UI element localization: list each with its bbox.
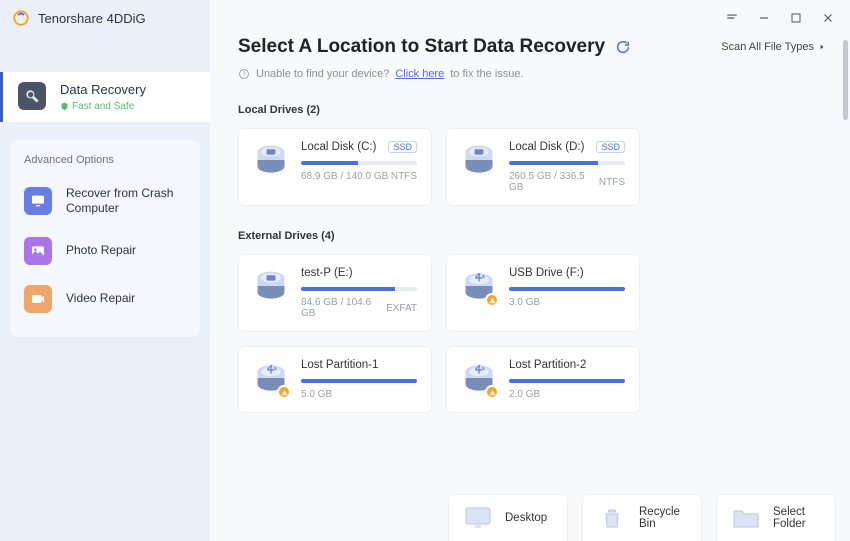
image-icon	[24, 237, 52, 265]
warning-badge-icon	[485, 385, 499, 399]
drive-badge: SSD	[596, 141, 625, 153]
drive-filesystem: NTFS	[391, 171, 417, 182]
nav-label: Data Recovery	[60, 82, 146, 99]
folder-icon	[731, 505, 761, 531]
drive-size: 260.5 GB / 336.5 GB	[509, 171, 599, 193]
drive-filesystem: EXFAT	[386, 303, 417, 314]
advanced-options-title: Advanced Options	[20, 154, 190, 166]
drive-icon	[461, 267, 497, 305]
drive-usage-bar	[301, 161, 417, 165]
minimize-button[interactable]	[756, 10, 772, 26]
drive-icon	[253, 267, 289, 305]
question-icon: ?	[238, 68, 250, 80]
monitor-icon	[24, 187, 52, 215]
close-button[interactable]	[820, 10, 836, 26]
drive-icon	[253, 141, 289, 179]
drive-size: 3.0 GB	[509, 297, 540, 308]
common-select-folder[interactable]: Select Folder	[716, 494, 836, 541]
video-icon	[24, 285, 52, 313]
section-external-drives-title: External Drives (4)	[238, 230, 826, 242]
drive-size: 68.9 GB / 140.0 GB	[301, 171, 388, 182]
common-locations-row: Desktop Recycle Bin Select Folder	[448, 494, 836, 541]
warning-badge-icon	[277, 385, 291, 399]
desktop-icon	[463, 505, 493, 531]
menu-button[interactable]	[724, 10, 740, 26]
drive-usage-bar	[301, 287, 417, 291]
shield-icon	[60, 102, 69, 111]
drive-icon	[253, 359, 289, 397]
drive-name: Local Disk (C:)	[301, 141, 376, 153]
drive-usage-bar	[509, 287, 625, 291]
common-recycle-bin[interactable]: Recycle Bin	[582, 494, 702, 541]
drive-name: Local Disk (D:)	[509, 141, 584, 153]
drive-card[interactable]: test-P (E:) 84.6 GB / 104.6 GBEXFAT	[238, 254, 432, 332]
drive-usage-bar	[301, 379, 417, 383]
drive-icon	[461, 359, 497, 397]
scan-file-types-button[interactable]: Scan All File Types	[721, 41, 826, 53]
window-controls	[710, 0, 850, 36]
common-desktop[interactable]: Desktop	[448, 494, 568, 541]
local-drives-grid: Local Disk (C:)SSD68.9 GB / 140.0 GBNTFS…	[238, 128, 826, 206]
drive-name: Lost Partition-2	[509, 359, 586, 371]
sidebar: Tenorshare 4DDiG Data Recovery Fast and …	[0, 0, 210, 541]
nav-main: Data Recovery Fast and Safe	[0, 72, 210, 122]
drive-card[interactable]: Lost Partition-2 2.0 GB	[446, 346, 640, 413]
drive-filesystem: NTFS	[599, 177, 625, 188]
drive-size: 2.0 GB	[509, 389, 540, 400]
drive-card[interactable]: Local Disk (D:) SSD 260.5 GB / 336.5 GBNTF…	[446, 128, 640, 206]
drive-name: USB Drive (F:)	[509, 267, 584, 279]
main-content: Select A Location to Start Data Recovery…	[210, 0, 850, 541]
refresh-icon[interactable]	[615, 39, 631, 55]
scrollbar[interactable]	[843, 40, 848, 120]
drive-icon	[461, 141, 497, 179]
drive-usage-bar	[509, 379, 625, 383]
drive-card[interactable]: Local Disk (C:) SSD 68.9 GB / 140.0 GBNTFS	[238, 128, 432, 206]
help-text: ? Unable to find your device? Click here…	[238, 68, 826, 80]
help-link[interactable]: Click here	[395, 68, 444, 80]
external-drives-grid: test-P (E:) 84.6 GB / 104.6 GBEXFAT USB Dr…	[238, 254, 826, 413]
drive-usage-bar	[509, 161, 625, 165]
drive-badge: SSD	[388, 141, 417, 153]
maximize-button[interactable]	[788, 10, 804, 26]
section-local-drives-title: Local Drives (2)	[238, 104, 826, 116]
nav-video-repair[interactable]: Video Repair	[20, 275, 190, 323]
drive-card[interactable]: USB Drive (F:) 3.0 GB	[446, 254, 640, 332]
nav-recover-crash[interactable]: Recover from Crash Computer	[20, 176, 190, 227]
drive-size: 5.0 GB	[301, 389, 332, 400]
drive-size: 84.6 GB / 104.6 GB	[301, 297, 386, 319]
nav-sublabel: Fast and Safe	[60, 101, 146, 112]
svg-text:?: ?	[242, 72, 246, 78]
drive-card[interactable]: Lost Partition-1 5.0 GB	[238, 346, 432, 413]
app-logo-icon	[12, 9, 30, 27]
page-title: Select A Location to Start Data Recovery	[238, 36, 631, 58]
title-bar: Tenorshare 4DDiG	[0, 0, 210, 36]
chevron-right-icon	[818, 43, 826, 51]
wrench-icon	[18, 82, 46, 110]
drive-name: Lost Partition-1	[301, 359, 378, 371]
warning-badge-icon	[485, 293, 499, 307]
nav-photo-repair[interactable]: Photo Repair	[20, 227, 190, 275]
advanced-options-panel: Advanced Options Recover from Crash Comp…	[10, 140, 200, 337]
drive-name: test-P (E:)	[301, 267, 353, 279]
app-title: Tenorshare 4DDiG	[38, 11, 146, 26]
recycle-icon	[597, 505, 627, 531]
nav-data-recovery[interactable]: Data Recovery Fast and Safe	[0, 72, 210, 122]
